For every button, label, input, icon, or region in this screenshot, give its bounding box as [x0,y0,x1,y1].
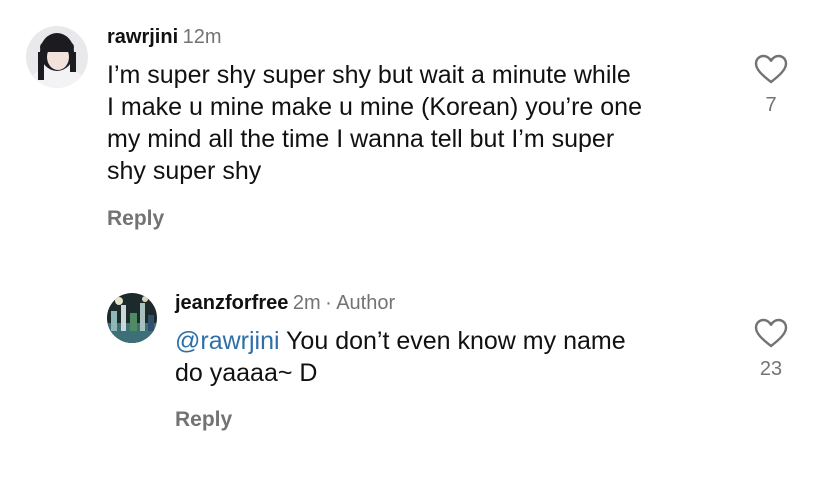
heart-outline-icon [754,54,788,84]
avatar[interactable] [107,293,157,343]
profile-photo [26,26,88,88]
like-count: 23 [759,358,783,380]
heart-outline-icon [754,318,788,348]
username[interactable]: rawrjini [107,26,178,48]
timestamp: 2m [292,292,321,314]
reply-button[interactable]: Reply [175,408,232,432]
like-count: 7 [765,94,777,116]
like-button[interactable]: 7 [741,54,801,117]
separator-dot: · [325,292,332,314]
comment-header: rawrjini 12m [107,26,222,49]
comment-text: I’m super shy super shy but wait a minut… [107,61,642,185]
mention-link[interactable]: @rawrjini [175,327,280,355]
profile-photo [107,293,157,343]
timestamp: 12m [182,26,222,48]
author-badge: Author [336,292,396,314]
comment-header: jeanzforfree 2m · Author [175,292,395,315]
reply-button[interactable]: Reply [107,207,164,231]
username[interactable]: jeanzforfree [175,292,288,314]
like-button[interactable]: 23 [741,318,801,381]
comment-text: @rawrjini You don’t even know my name do… [175,325,735,389]
avatar[interactable] [26,26,88,88]
